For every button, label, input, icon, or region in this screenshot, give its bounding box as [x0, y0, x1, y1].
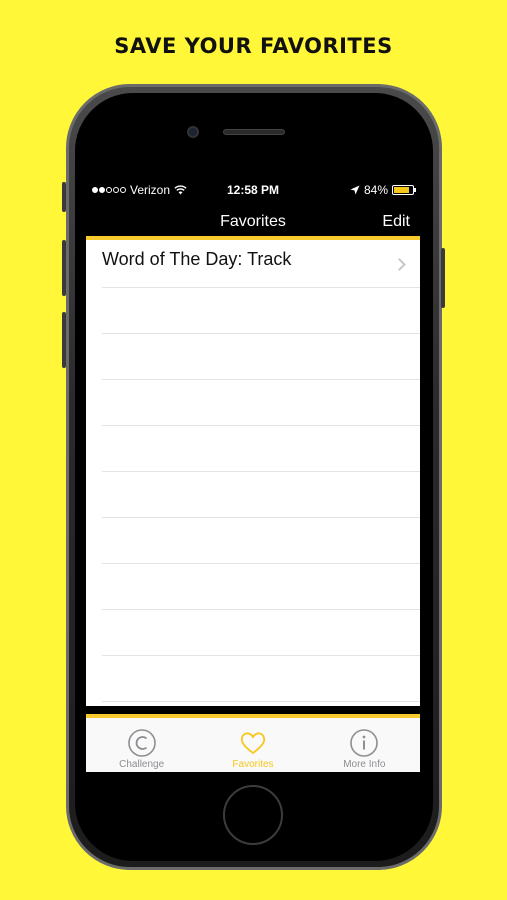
chevron-right-icon: [393, 258, 406, 271]
location-arrow-icon: [350, 185, 360, 195]
favorites-list: Word of The Day: Track: [86, 240, 420, 706]
empty-row: [102, 564, 420, 610]
tab-more-info-label: More Info: [343, 759, 386, 770]
tab-challenge[interactable]: Challenge: [86, 718, 197, 772]
empty-row: [102, 426, 420, 472]
phone-screen: Verizon 12:58 PM 84% Favorites Edit Word…: [86, 180, 420, 772]
edit-button[interactable]: Edit: [382, 213, 410, 231]
empty-row: [102, 472, 420, 518]
tab-favorites-label: Favorites: [232, 759, 274, 770]
nav-title: Favorites: [220, 213, 286, 230]
info-circle-icon: [350, 729, 379, 757]
front-camera: [187, 126, 199, 138]
empty-row: [102, 518, 420, 564]
navigation-bar: Favorites Edit: [86, 200, 420, 240]
home-button[interactable]: [223, 785, 283, 845]
tab-challenge-label: Challenge: [119, 759, 165, 770]
empty-row: [102, 380, 420, 426]
volume-down-button: [62, 312, 66, 368]
status-bar: Verizon 12:58 PM 84%: [86, 180, 420, 200]
earpiece-speaker: [223, 129, 285, 135]
copyright-circle-icon: [127, 729, 156, 757]
empty-row: [102, 610, 420, 656]
favorite-row-label: Word of The Day: Track: [102, 249, 292, 269]
empty-row: [102, 334, 420, 380]
favorite-row[interactable]: Word of The Day: Track: [102, 240, 420, 288]
empty-row: [102, 288, 420, 334]
empty-row: [102, 656, 420, 702]
volume-up-button: [62, 240, 66, 296]
tab-bar: Challenge Favorites More Info: [86, 714, 420, 772]
mute-switch: [62, 182, 66, 212]
tab-more-info[interactable]: More Info: [309, 718, 420, 772]
battery-percent: 84%: [363, 183, 388, 197]
battery-icon: [392, 185, 416, 195]
tab-favorites[interactable]: Favorites: [197, 718, 308, 772]
page-headline: SAVE YOUR FAVORITES: [114, 34, 393, 58]
heart-icon: [240, 732, 266, 755]
power-button: [441, 248, 445, 308]
